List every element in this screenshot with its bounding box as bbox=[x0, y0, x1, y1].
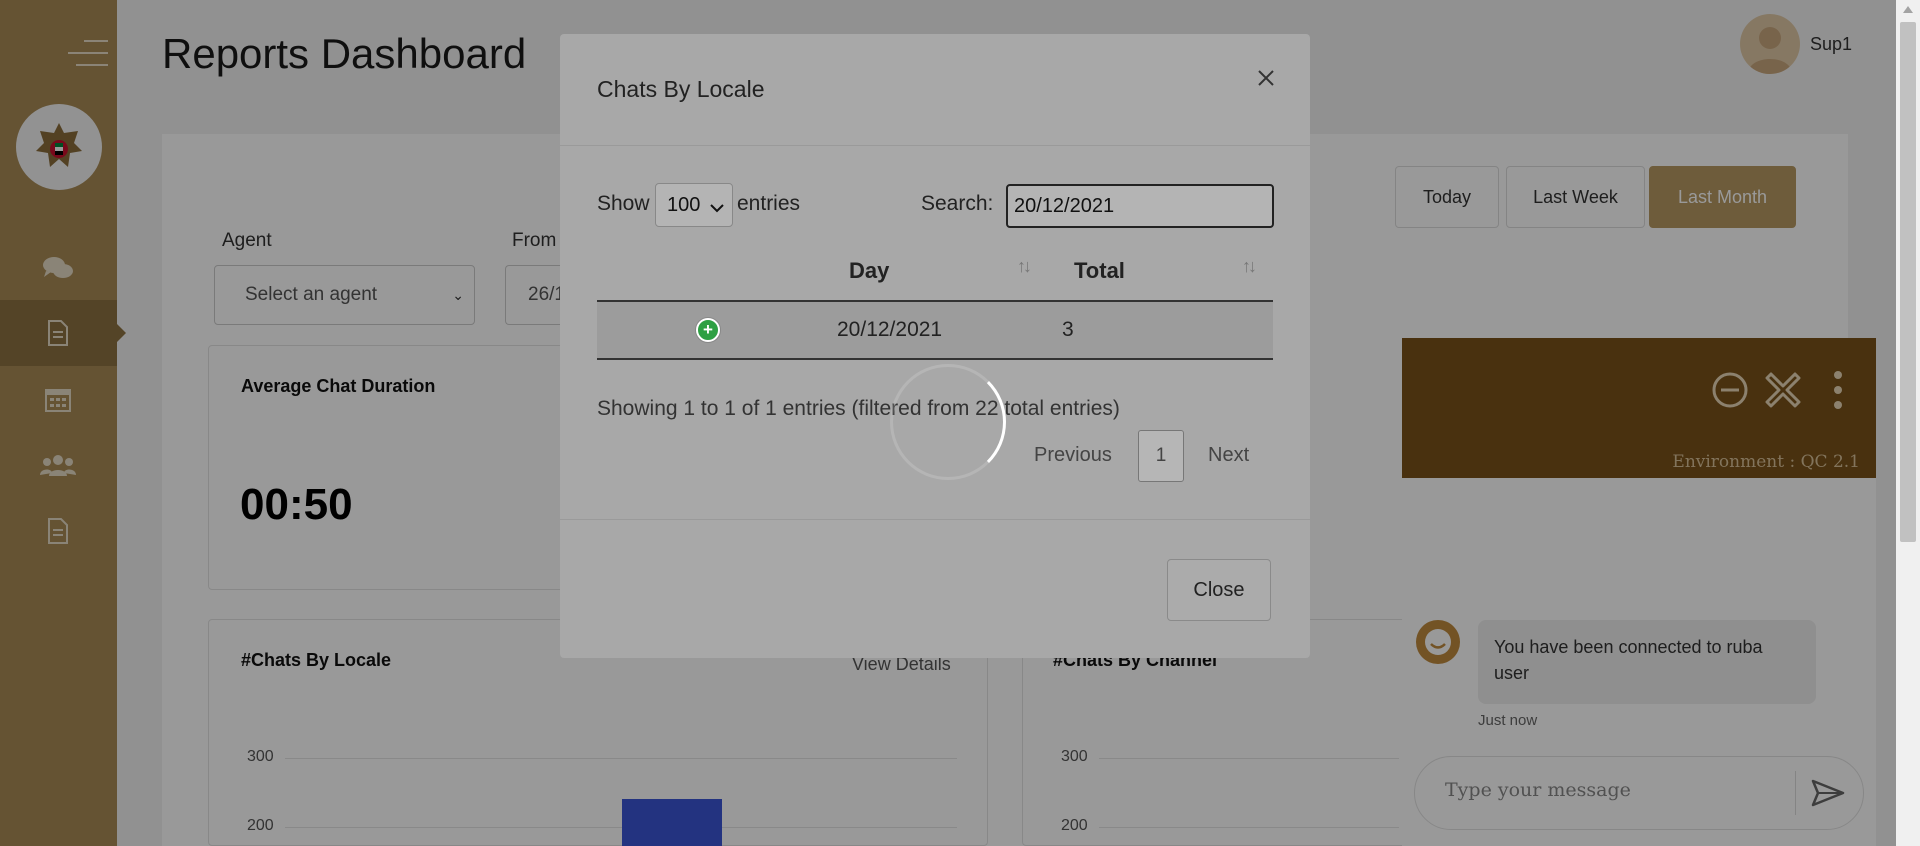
modal-footer-divider bbox=[560, 519, 1310, 520]
search-input[interactable] bbox=[1006, 184, 1274, 228]
column-header-total[interactable]: Total bbox=[1074, 258, 1125, 284]
show-label: Show bbox=[597, 192, 650, 215]
sort-icon[interactable]: ↑↓ bbox=[1017, 256, 1032, 277]
table-info: Showing 1 to 1 of 1 entries (filtered fr… bbox=[597, 397, 1120, 420]
page-scrollbar[interactable] bbox=[1896, 0, 1920, 846]
loading-spinner-icon bbox=[890, 364, 1006, 480]
chevron-down-icon bbox=[710, 196, 724, 219]
sort-icon[interactable]: ↑↓ bbox=[1242, 256, 1257, 277]
table-footer-line bbox=[597, 358, 1273, 360]
expand-row-icon[interactable]: + bbox=[696, 318, 720, 342]
column-header-day[interactable]: Day bbox=[849, 258, 889, 284]
entries-label: entries bbox=[737, 192, 801, 215]
close-button[interactable]: Close bbox=[1167, 559, 1271, 621]
previous-page-button[interactable]: Previous bbox=[1034, 444, 1112, 467]
page-length-value: 100 bbox=[667, 193, 701, 216]
row-total-cell: 3 bbox=[1062, 318, 1074, 341]
next-page-button[interactable]: Next bbox=[1208, 444, 1249, 467]
scroll-thumb[interactable] bbox=[1900, 22, 1916, 542]
row-day-cell: 20/12/2021 bbox=[837, 318, 943, 341]
page-1-button[interactable]: 1 bbox=[1138, 430, 1184, 482]
modal-title: Chats By Locale bbox=[597, 76, 765, 102]
search-label: Search: bbox=[921, 192, 994, 215]
close-icon[interactable] bbox=[1248, 60, 1284, 96]
scroll-up-icon[interactable] bbox=[1903, 6, 1913, 13]
page-length-select[interactable]: 100 bbox=[655, 183, 733, 227]
chats-by-locale-modal: Chats By Locale Show 100 entries Search:… bbox=[560, 34, 1310, 658]
modal-header-divider bbox=[560, 145, 1310, 146]
